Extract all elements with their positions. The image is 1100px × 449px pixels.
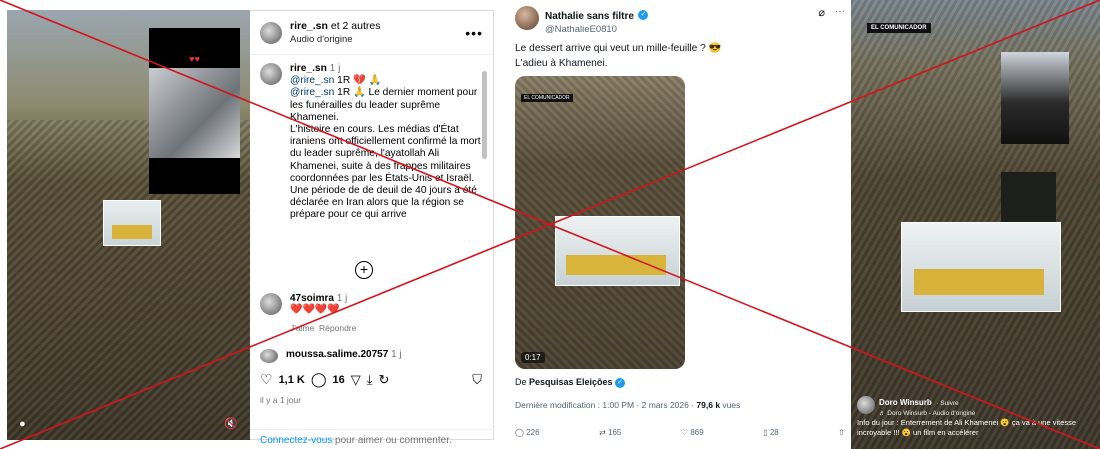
caption: rire_.sn 1 j @rire_.sn 1R 💔 🙏 @rire_.sn …: [260, 63, 485, 222]
more-options-icon[interactable]: ···: [835, 6, 845, 35]
glass-coffin: [103, 200, 161, 246]
heart-icon[interactable]: ♡: [260, 371, 273, 388]
comment: moussa.salime.20757 1 j: [260, 349, 402, 363]
channel-label: EL COMUNICADOR: [867, 23, 931, 33]
login-footer: Connectez-vous pour aimer ou commenter.: [250, 429, 494, 449]
caption-avatar[interactable]: [260, 63, 282, 85]
share-icon[interactable]: ⇧: [838, 428, 845, 437]
comment-count: 16: [332, 373, 345, 386]
reply-count: 226: [526, 428, 540, 437]
repost-icon[interactable]: ↻: [379, 372, 390, 388]
repost-count: 165: [608, 428, 622, 437]
more-options-icon[interactable]: •••: [465, 25, 483, 41]
video-duration: 0:17: [521, 352, 545, 363]
login-footer-text: pour aimer ou commenter.: [332, 435, 452, 446]
inset-hearts: ♥♥: [189, 54, 200, 64]
video-inset: [1001, 52, 1069, 144]
caption-time: 1 j: [329, 63, 341, 74]
repost-icon: ⇄: [599, 428, 606, 437]
verified-icon: ✓: [615, 377, 626, 388]
comment-time: 1 j: [391, 349, 402, 360]
mention[interactable]: @rire_.sn: [290, 75, 334, 86]
channel-label: EL COMUNICADOR: [521, 94, 573, 102]
post-header: Nathalie sans filtre ✓ @NathalieE0810 ⌀ …: [515, 6, 845, 35]
download-icon[interactable]: ⤓: [367, 372, 373, 388]
reply-icon: ◯: [515, 428, 524, 437]
header-audio[interactable]: Audio d'origine: [290, 33, 457, 47]
post-meta: Dernière modification : 1:00 PM · 2 mars…: [515, 400, 740, 410]
comment-avatar[interactable]: [260, 349, 278, 363]
source-attribution: De Pesquisas Eleições ✓: [515, 377, 626, 388]
load-more-icon[interactable]: +: [355, 261, 373, 279]
mention[interactable]: @rire_.sn: [290, 87, 334, 98]
avatar[interactable]: [260, 21, 282, 44]
views-suffix: vues: [720, 400, 741, 410]
comment-avatar[interactable]: [260, 293, 282, 315]
action-bar: ◯ 226 ⇄ 165 ♡ 869 ▯ 28 ⇧: [515, 428, 845, 437]
follow-button[interactable]: · Suivre: [936, 400, 958, 407]
author-handle[interactable]: @NathalieE0810: [545, 24, 812, 35]
reply-link[interactable]: Répondre: [319, 323, 356, 333]
header-username[interactable]: rire_.sn: [290, 20, 328, 32]
user-icon[interactable]: ●: [19, 418, 26, 430]
video-caption: Info du jour : Enterrement de Ali Khamen…: [857, 418, 1077, 437]
modified-date: Dernière modification : 1:00 PM · 2 mars…: [515, 400, 697, 410]
caption-line1: 1R 💔 🙏: [337, 75, 382, 87]
verified-icon: ✓: [638, 9, 649, 20]
video-inset: ♥♥: [149, 28, 240, 194]
creator-name[interactable]: Doro Winsurb: [879, 398, 932, 407]
bookmark-icon[interactable]: ⛉: [472, 372, 482, 388]
like-count: 869: [690, 428, 704, 437]
instagram-panel: ♥♥ ● 🔇 rire_.sn et 2 autres Audio d'orig…: [0, 0, 505, 449]
login-link[interactable]: Connectez-vous: [260, 435, 332, 446]
like-button[interactable]: ♡ 869: [681, 428, 704, 437]
sound-label[interactable]: ♬ Doro Winsurb - Audio d'origine: [879, 410, 975, 417]
mute-icon[interactable]: 🔇: [224, 417, 238, 430]
avatar[interactable]: [515, 6, 539, 30]
comment-text: ❤️❤️❤️❤️: [290, 304, 340, 315]
share-icon[interactable]: ▽: [351, 372, 361, 388]
source-prefix: De: [515, 377, 530, 387]
post-text-line: Le dessert arrive qui veut un mille-feui…: [515, 43, 722, 54]
post-text-line: L'adieu à Khamenei.: [515, 57, 608, 69]
heart-icon: ♡: [680, 428, 689, 437]
inset-photo: [149, 68, 240, 158]
comment-username[interactable]: 47soimra: [290, 293, 334, 304]
grok-icon[interactable]: ⌀: [818, 6, 825, 35]
creator-info: Doro Winsurb · Suivre ♬ Doro Winsurb - A…: [857, 392, 975, 417]
instagram-video[interactable]: ♥♥ ● 🔇: [7, 10, 250, 440]
glass-coffin: [555, 216, 680, 286]
caption-username[interactable]: rire_.sn: [290, 63, 327, 74]
bookmark-button[interactable]: ▯ 28: [763, 428, 779, 437]
author-name[interactable]: Nathalie sans filtre: [545, 11, 634, 22]
source-link[interactable]: Pesquisas Eleições: [529, 377, 613, 387]
comment-username[interactable]: moussa.salime.20757: [286, 349, 388, 360]
post-header: rire_.sn et 2 autres Audio d'origine •••: [250, 11, 493, 55]
post-text: Le dessert arrive qui veut un mille-feui…: [515, 42, 721, 71]
bookmark-count: 28: [769, 428, 779, 437]
tiktok-panel: EL COMUNICADOR Doro Winsurb · Suivre ♬ D…: [851, 0, 1100, 449]
post-video[interactable]: EL COMUNICADOR 0:17: [515, 76, 685, 369]
instagram-sidebar: rire_.sn et 2 autres Audio d'origine •••…: [250, 10, 494, 446]
comment-icon[interactable]: ◯: [311, 371, 327, 388]
comment-time: 1 j: [336, 293, 348, 304]
like-link[interactable]: J'aime: [290, 323, 314, 333]
avatar[interactable]: [857, 395, 875, 414]
like-count: 1,1 K: [278, 373, 305, 386]
action-bar: ♡ 1,1 K ◯ 16 ▽ ⤓ ↻ ⛉: [260, 371, 482, 388]
reply-button[interactable]: ◯ 226: [515, 428, 540, 437]
x-post-panel: Nathalie sans filtre ✓ @NathalieE0810 ⌀ …: [505, 0, 850, 449]
glass-coffin: [901, 222, 1061, 312]
repost-button[interactable]: ⇄ 165: [599, 428, 621, 437]
post-age: il y a 1 jour: [260, 395, 302, 405]
header-others[interactable]: et 2 autres: [331, 20, 381, 32]
view-count: 79,6 k: [696, 400, 721, 410]
bookmark-icon: ▯: [763, 428, 768, 437]
comment: 47soimra 1 j ❤️❤️❤️❤️ J'aime Répondre: [260, 293, 356, 333]
caption-body: L'histoire en cours. Les médias d'État i…: [290, 124, 481, 221]
